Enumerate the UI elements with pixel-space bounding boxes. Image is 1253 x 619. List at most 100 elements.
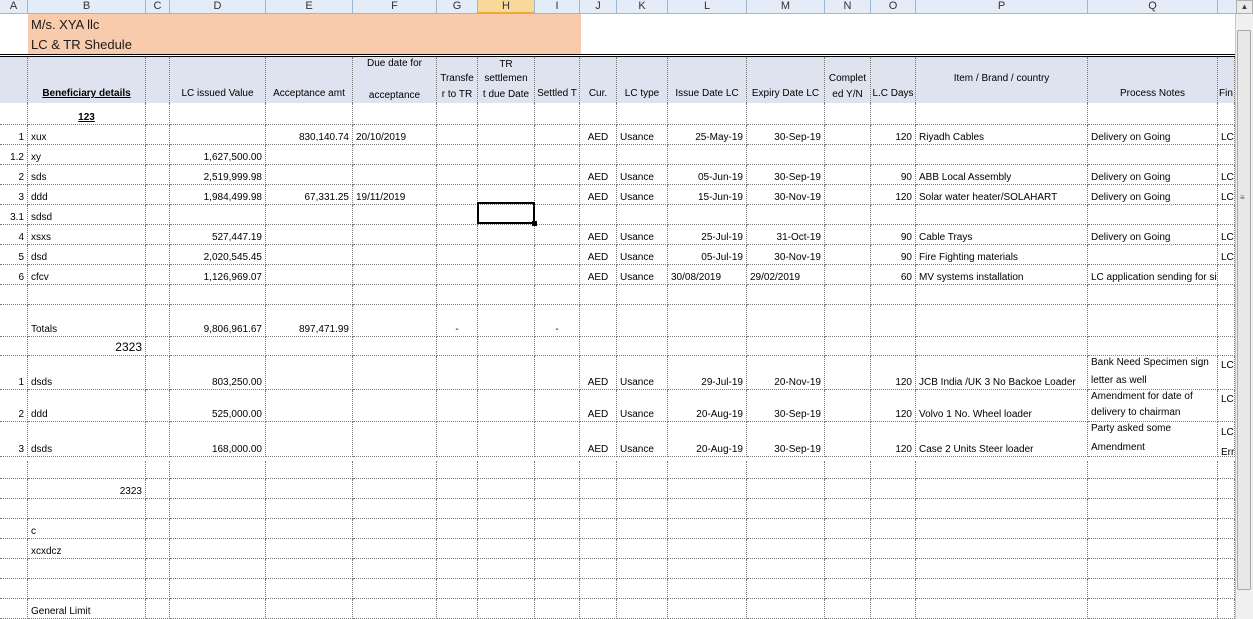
cell-o[interactable]: 120 bbox=[871, 356, 916, 390]
cell-p[interactable]: Fire Fighting materials bbox=[916, 245, 1088, 265]
column-header-a[interactable]: A bbox=[0, 0, 28, 14]
cell-r[interactable]: LC bbox=[1218, 225, 1235, 245]
cell-m[interactable]: 30-Nov-19 bbox=[747, 245, 825, 265]
cell-p[interactable]: Cable Trays bbox=[916, 225, 1088, 245]
cell-e[interactable] bbox=[266, 205, 353, 225]
cell-i[interactable] bbox=[535, 185, 580, 205]
header-lc-days[interactable]: L.C Days bbox=[871, 57, 916, 103]
cell-n[interactable] bbox=[825, 145, 871, 165]
cell-e[interactable] bbox=[266, 337, 353, 356]
column-header-p[interactable]: P bbox=[916, 0, 1088, 14]
cell-l[interactable] bbox=[668, 559, 747, 579]
cell-o[interactable] bbox=[871, 499, 916, 519]
cell-a[interactable] bbox=[0, 499, 28, 519]
cell-g[interactable] bbox=[437, 390, 478, 422]
cell-l[interactable] bbox=[668, 519, 747, 539]
cell-g[interactable] bbox=[437, 145, 478, 165]
cell-e[interactable] bbox=[266, 245, 353, 265]
cell-n[interactable] bbox=[825, 559, 871, 579]
cell-m[interactable] bbox=[747, 285, 825, 305]
header-lc-issued[interactable]: LC issued Value bbox=[170, 57, 266, 103]
cell-j[interactable] bbox=[580, 559, 617, 579]
header-process-notes[interactable]: Process Notes bbox=[1088, 57, 1218, 103]
cell-m[interactable] bbox=[747, 103, 825, 125]
cell-h[interactable] bbox=[478, 245, 535, 265]
cell-d[interactable] bbox=[170, 519, 266, 539]
cell-b[interactable]: xy bbox=[28, 145, 146, 165]
cell-f[interactable] bbox=[353, 245, 437, 265]
cell-k[interactable] bbox=[617, 519, 668, 539]
cell-f[interactable] bbox=[353, 519, 437, 539]
header-acceptance[interactable]: Acceptance amt bbox=[266, 57, 353, 103]
cell-r[interactable] bbox=[1218, 539, 1235, 559]
cell-n[interactable] bbox=[825, 225, 871, 245]
header-blank-a[interactable] bbox=[0, 57, 28, 103]
cell-a[interactable] bbox=[0, 285, 28, 305]
cell-i[interactable] bbox=[535, 145, 580, 165]
cell-j[interactable]: AED bbox=[580, 125, 617, 145]
cell-p[interactable]: JCB India /UK 3 No Backoe Loader bbox=[916, 356, 1088, 390]
cell-g[interactable] bbox=[437, 185, 478, 205]
cell-j[interactable] bbox=[580, 305, 617, 337]
cell-o[interactable] bbox=[871, 305, 916, 337]
cell-q[interactable]: Party asked some Amendment bbox=[1088, 422, 1218, 457]
cell-r[interactable] bbox=[1218, 103, 1235, 125]
company-name[interactable]: M/s. XYA llc bbox=[31, 17, 99, 32]
cell-e[interactable] bbox=[266, 285, 353, 305]
cell-q[interactable] bbox=[1088, 479, 1218, 499]
cell-l[interactable] bbox=[668, 599, 747, 619]
cell-e[interactable]: 67,331.25 bbox=[266, 185, 353, 205]
cell-d[interactable] bbox=[170, 461, 266, 479]
cell-l[interactable]: 30/08/2019 bbox=[668, 265, 747, 285]
cell-i[interactable] bbox=[535, 356, 580, 390]
cell-e[interactable] bbox=[266, 390, 353, 422]
cell-r[interactable]: LC bbox=[1218, 185, 1235, 205]
column-header-g[interactable]: G bbox=[437, 0, 478, 14]
cell-m[interactable]: 30-Sep-19 bbox=[747, 125, 825, 145]
cell-i[interactable] bbox=[535, 579, 580, 599]
cell-i[interactable] bbox=[535, 499, 580, 519]
cell-c[interactable] bbox=[146, 559, 170, 579]
cell-d[interactable] bbox=[170, 205, 266, 225]
cell-j[interactable]: AED bbox=[580, 390, 617, 422]
cell-q[interactable] bbox=[1088, 539, 1218, 559]
cell-m[interactable]: 31-Oct-19 bbox=[747, 225, 825, 245]
cell-l[interactable]: 25-Jul-19 bbox=[668, 225, 747, 245]
cell-l[interactable]: 25-May-19 bbox=[668, 125, 747, 145]
cell-j[interactable]: AED bbox=[580, 422, 617, 457]
cell-p[interactable]: Volvo 1 No. Wheel loader bbox=[916, 390, 1088, 422]
cell-a[interactable] bbox=[0, 579, 28, 599]
cell-l[interactable] bbox=[668, 305, 747, 337]
cell-p[interactable] bbox=[916, 539, 1088, 559]
cell-f[interactable] bbox=[353, 205, 437, 225]
cell-d[interactable] bbox=[170, 285, 266, 305]
cell-m[interactable] bbox=[747, 205, 825, 225]
cell-m[interactable] bbox=[747, 519, 825, 539]
cell-r[interactable] bbox=[1218, 145, 1235, 165]
cell-o[interactable]: 120 bbox=[871, 125, 916, 145]
cell-r[interactable]: LC bbox=[1218, 390, 1235, 422]
cell-n[interactable] bbox=[825, 461, 871, 479]
cell-l[interactable] bbox=[668, 499, 747, 519]
cell-l[interactable] bbox=[668, 539, 747, 559]
cell-f[interactable] bbox=[353, 337, 437, 356]
cell-g[interactable] bbox=[437, 559, 478, 579]
cell-o[interactable] bbox=[871, 103, 916, 125]
cell-g[interactable] bbox=[437, 205, 478, 225]
cell-f[interactable] bbox=[353, 599, 437, 619]
cell-r[interactable] bbox=[1218, 265, 1235, 285]
cell-g[interactable] bbox=[437, 422, 478, 457]
cell-g[interactable] bbox=[437, 225, 478, 245]
cell-f[interactable] bbox=[353, 225, 437, 245]
cell-f[interactable] bbox=[353, 390, 437, 422]
cell-l[interactable]: 05-Jul-19 bbox=[668, 245, 747, 265]
cell-g[interactable] bbox=[437, 265, 478, 285]
cell-i[interactable] bbox=[535, 390, 580, 422]
cell-p[interactable] bbox=[916, 145, 1088, 165]
cell-n[interactable] bbox=[825, 356, 871, 390]
cell-j[interactable]: AED bbox=[580, 185, 617, 205]
cell-k[interactable] bbox=[617, 103, 668, 125]
cell-r[interactable] bbox=[1218, 205, 1235, 225]
cell-a[interactable] bbox=[0, 539, 28, 559]
cell-o[interactable]: 90 bbox=[871, 165, 916, 185]
